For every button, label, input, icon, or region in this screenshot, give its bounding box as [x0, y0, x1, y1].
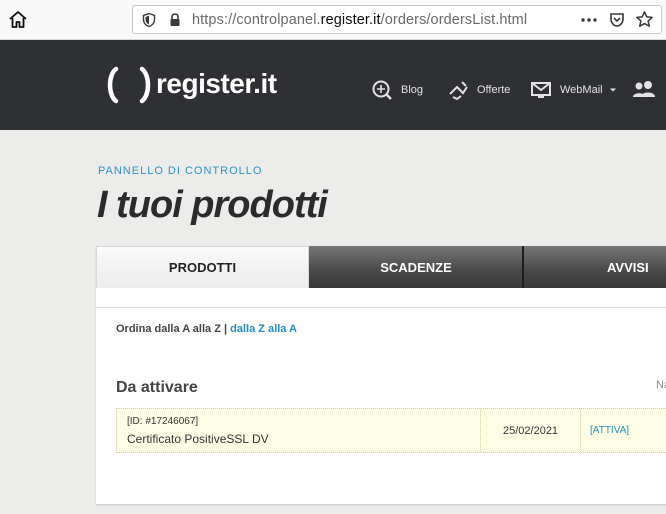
tab-bar: PRODOTTI SCADENZE AVVISI [96, 246, 666, 288]
nav-webmail[interactable]: WebMail [530, 78, 627, 102]
lock-icon[interactable] [167, 12, 183, 33]
site-header: register.it Blog Offerte WebMail [0, 40, 666, 130]
more-dots-icon[interactable] [580, 11, 598, 34]
cell-divider [580, 409, 581, 452]
sort-label: Ordina dalla A alla Z | [116, 323, 228, 335]
bookmark-star-icon[interactable] [635, 10, 654, 34]
order-product-name: Certificato PositiveSSL DV [127, 432, 269, 446]
sort-desc-link[interactable]: dalla Z alla A [230, 323, 297, 335]
page-title: I tuoi prodotti [97, 184, 328, 226]
tab-prodotti[interactable]: PRODOTTI [96, 246, 309, 288]
logo-text[interactable]: register.it [156, 68, 277, 100]
nav-webmail-label: WebMail [560, 84, 603, 96]
divider [96, 307, 666, 308]
tab-avvisi[interactable]: AVVISI [524, 246, 666, 288]
nav-offerte-label: Offerte [477, 84, 511, 96]
offers-icon [449, 81, 468, 101]
nav-blog-label: Blog [401, 84, 424, 96]
order-id: [ID: #17246067] [127, 416, 199, 427]
browser-toolbar: https://controlpanel.register.it/orders/… [0, 0, 666, 40]
pocket-icon[interactable] [608, 11, 626, 34]
tab-scadenze[interactable]: SCADENZE [309, 246, 523, 288]
home-icon[interactable] [6, 8, 30, 32]
section-right-label: Na [656, 379, 666, 391]
blog-icon [372, 80, 392, 100]
shield-icon[interactable] [141, 12, 157, 33]
order-date: 25/02/2021 [503, 425, 559, 437]
logo-brackets-icon[interactable] [104, 65, 154, 105]
users-icon [633, 81, 655, 97]
nav-users[interactable] [632, 78, 666, 102]
section-title: Da attivare [116, 379, 198, 396]
nav-offerte[interactable]: Offerte [447, 78, 510, 102]
chevron-down-icon [609, 88, 616, 92]
sort-controls: Ordina dalla A alla Z | dalla Z alla A [116, 323, 297, 335]
table-row: [ID: #17246067] Certificato PositiveSSL … [116, 408, 666, 453]
cell-divider [480, 409, 481, 452]
address-bar[interactable]: https://controlpanel.register.it/orders/… [132, 5, 662, 34]
products-card: PRODOTTI SCADENZE AVVISI Ordina dalla A … [96, 246, 666, 504]
breadcrumb[interactable]: PANNELLO DI CONTROLLO [98, 165, 262, 177]
activate-link[interactable]: [ATTIVA] [590, 425, 629, 436]
url-text: https://controlpanel.register.it/orders/… [192, 12, 528, 28]
mail-icon [531, 82, 551, 98]
nav-blog[interactable]: Blog [371, 78, 423, 102]
